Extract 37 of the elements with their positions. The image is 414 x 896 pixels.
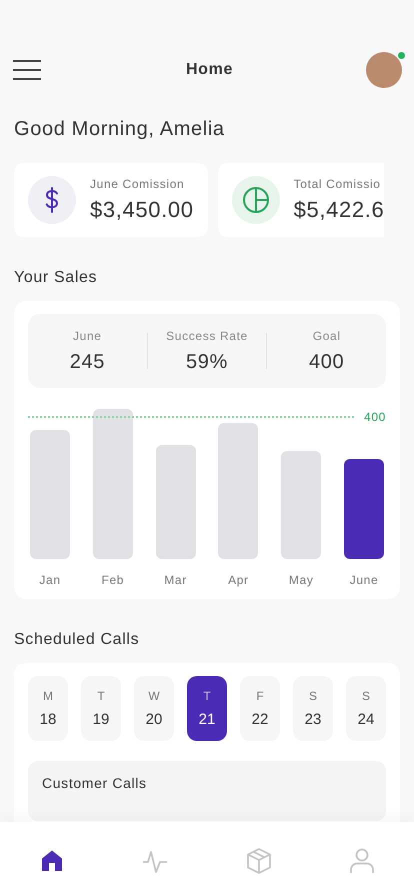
month-label: Mar [164, 573, 187, 587]
month-label: Jan [39, 573, 61, 587]
section-title: Scheduled Calls [13, 630, 140, 650]
day-chip[interactable]: M 18 [28, 676, 68, 741]
stat-value: $5,422.6 [294, 197, 384, 223]
day-chip[interactable]: S 24 [346, 676, 386, 741]
summary-value: 400 [308, 350, 346, 374]
summary-value: 59% [185, 350, 229, 374]
month-label: June [350, 573, 378, 587]
stat-label: Total Comissio [294, 177, 382, 191]
summary-label: Success Rate [165, 328, 249, 342]
month-label: Apr [228, 573, 249, 587]
panel-title: Customer Calls [42, 775, 148, 791]
day-chip[interactable]: T 21 [187, 676, 227, 741]
month-label: Feb [101, 573, 124, 587]
pie-chart-icon [242, 186, 270, 214]
box-icon [246, 848, 272, 874]
greeting: Good Morning, Amelia [13, 117, 226, 141]
avatar[interactable] [366, 52, 402, 88]
day-chip[interactable]: T 19 [81, 676, 121, 741]
stat-label: June Comission [90, 177, 186, 191]
page-title: Home [186, 61, 233, 79]
summary-value: 245 [68, 350, 106, 374]
stat-value: $3,450.00 [90, 197, 194, 223]
menu-icon[interactable] [13, 60, 41, 80]
person-icon [350, 848, 374, 874]
activity-icon [142, 849, 168, 873]
section-title: Your Sales [13, 268, 98, 288]
month-label: May [288, 573, 314, 587]
day-chip[interactable]: W 20 [134, 676, 174, 741]
day-chip[interactable]: S 23 [293, 676, 333, 741]
sales-bar[interactable] [344, 459, 384, 559]
goal-label: 400 [364, 410, 386, 424]
summary-label: Goal [312, 328, 342, 342]
summary-label: June [72, 328, 103, 342]
home-icon [40, 849, 64, 873]
day-chip[interactable]: F 22 [240, 676, 280, 741]
